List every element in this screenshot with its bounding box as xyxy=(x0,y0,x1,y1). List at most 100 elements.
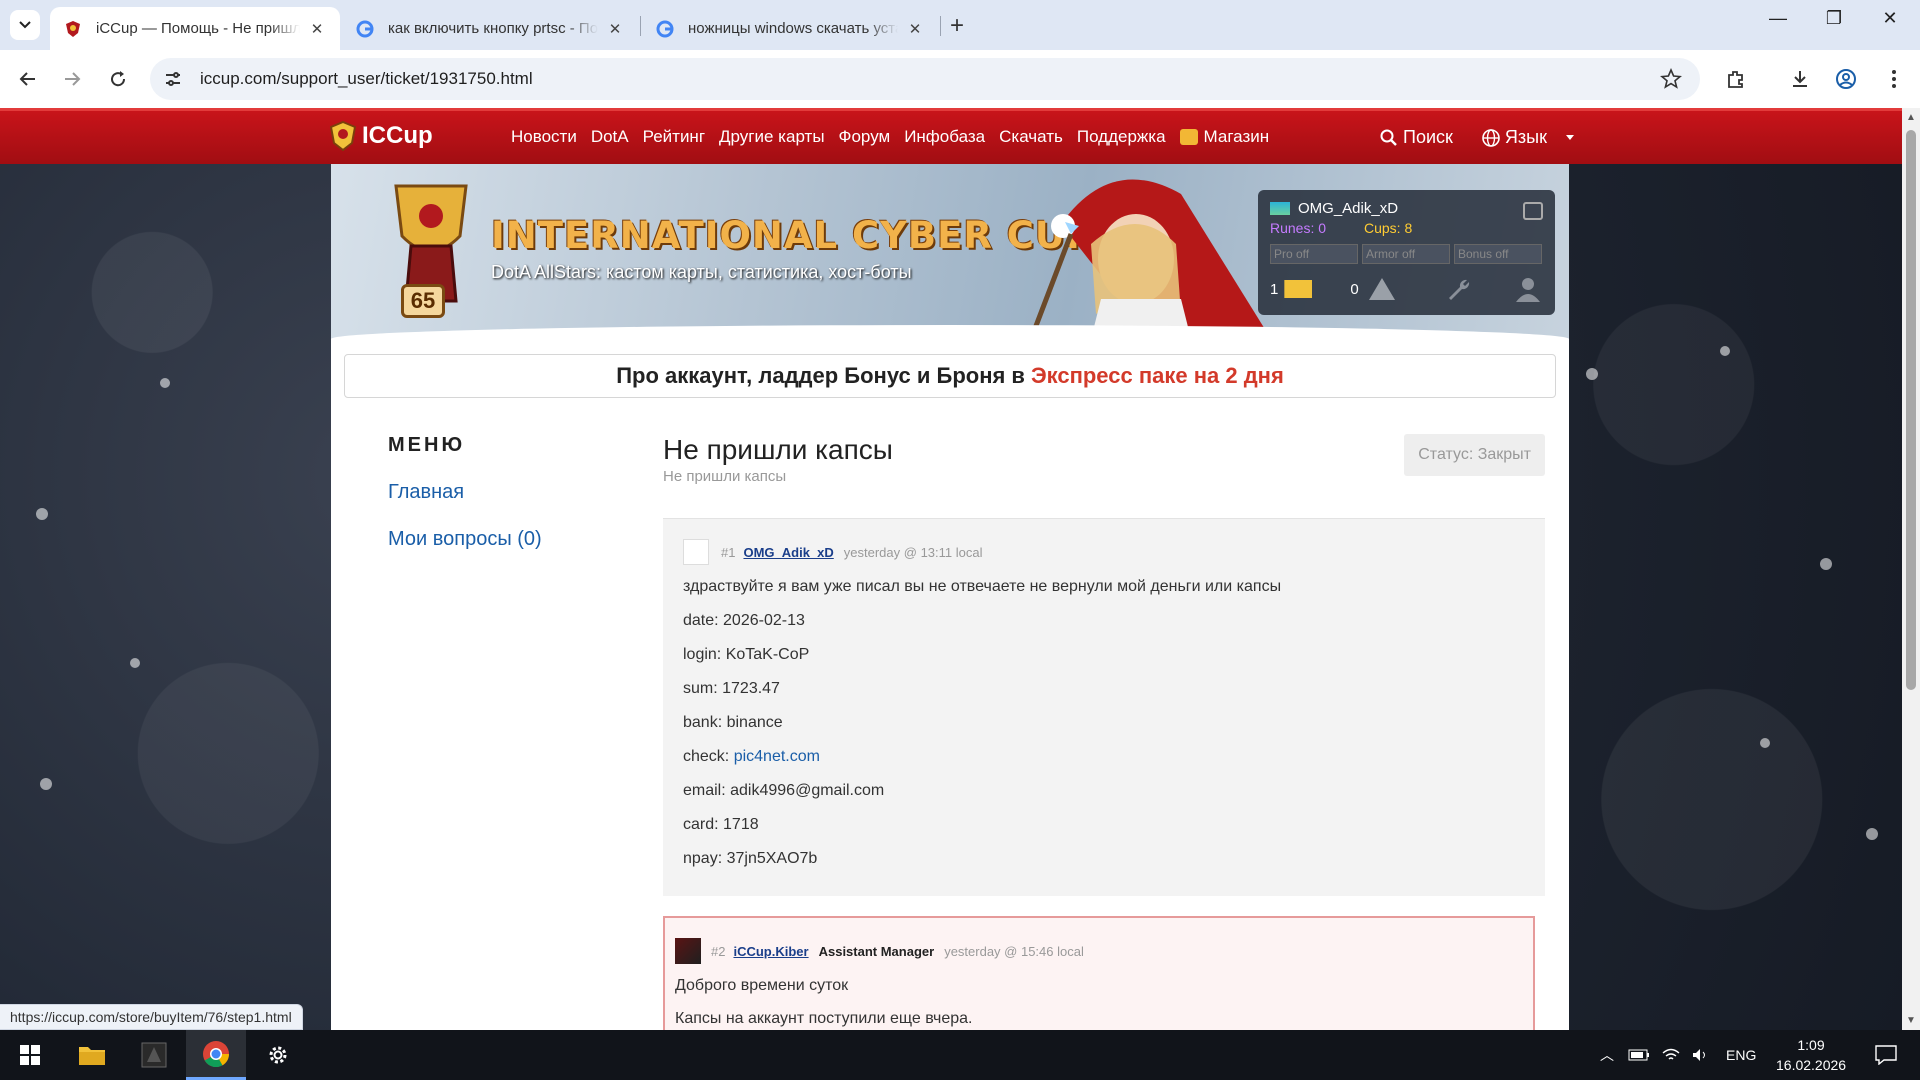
user-panel: OMG_Adik_xD Runes: 0 Cups: 8 Pro off Arm… xyxy=(1258,190,1555,315)
page-content: 65 INTERNATIONAL CYBER CUP DotA AllStars… xyxy=(331,164,1569,1030)
nav-news[interactable]: Новости xyxy=(511,127,577,147)
clock-time: 1:09 xyxy=(1797,1037,1825,1053)
profile-silhouette-icon[interactable] xyxy=(1513,276,1543,302)
snowflake xyxy=(40,778,52,790)
santa-heroine-illustration xyxy=(1028,179,1271,339)
wrench-icon[interactable] xyxy=(1445,276,1471,302)
puzzle-icon xyxy=(1728,71,1743,88)
warcraft-game-icon xyxy=(141,1042,167,1068)
taskbar-clock[interactable]: 1:09 16.02.2026 xyxy=(1776,1035,1846,1075)
forward-button[interactable] xyxy=(58,65,86,93)
nav-support[interactable]: Поддержка xyxy=(1077,127,1166,147)
envelope-icon[interactable] xyxy=(1284,280,1313,298)
arrow-left-icon xyxy=(19,72,35,86)
settings-app[interactable] xyxy=(248,1030,308,1080)
nav-dota[interactable]: DotA xyxy=(591,127,629,147)
tab-google-scissors[interactable]: ножницы windows скачать установить ✕ xyxy=(642,7,938,50)
nav-forum[interactable]: Форум xyxy=(839,127,891,147)
tray-chevron-up-icon[interactable]: ︿ xyxy=(1600,1045,1614,1065)
author-link[interactable]: iCCup.Kiber xyxy=(733,944,808,959)
warning-icon[interactable] xyxy=(1368,278,1395,300)
bookmark-star-icon[interactable] xyxy=(1660,67,1682,95)
ticket-message: #1 OMG_Adik_xD yesterday @ 13:11 local з… xyxy=(663,518,1545,896)
nav-rating[interactable]: Рейтинг xyxy=(643,127,705,147)
search-label: Поиск xyxy=(1403,127,1453,147)
message-line: npay: 37jn5XAO7b xyxy=(683,850,818,867)
avatar[interactable] xyxy=(675,938,701,964)
chevron-down-icon xyxy=(19,21,31,29)
wifi-icon[interactable] xyxy=(1662,1048,1680,1062)
warcraft-app[interactable] xyxy=(124,1030,184,1080)
avatar[interactable] xyxy=(683,539,709,565)
extensions-button[interactable] xyxy=(1722,65,1750,93)
message-line: login: KoTaK-CoP xyxy=(683,646,810,663)
tab-separator xyxy=(640,16,641,36)
volume-icon[interactable] xyxy=(1692,1048,1710,1062)
tab-iccup[interactable]: iCCup — Помощь - Не пришли капсы ✕ xyxy=(50,7,340,50)
armor-toggle[interactable]: Armor off xyxy=(1362,244,1450,264)
tab-close-button[interactable]: ✕ xyxy=(308,20,326,38)
author-link[interactable]: OMG_Adik_xD xyxy=(743,545,833,560)
search-link[interactable]: Поиск xyxy=(1380,127,1467,148)
chrome-icon xyxy=(203,1040,230,1067)
tab-strip: iCCup — Помощь - Не пришли капсы ✕ как в… xyxy=(0,0,1920,50)
chrome-app[interactable] xyxy=(186,1030,246,1080)
minimize-button[interactable]: — xyxy=(1758,8,1798,29)
nav-right: Поиск Язык xyxy=(1380,127,1589,148)
nav-shop[interactable]: Магазин xyxy=(1179,127,1269,147)
pro-toggle[interactable]: Pro off xyxy=(1270,244,1358,264)
logout-icon[interactable] xyxy=(1523,202,1543,220)
start-button[interactable] xyxy=(0,1030,60,1080)
maximize-button[interactable]: ❐ xyxy=(1814,8,1854,29)
bonus-toggle[interactable]: Bonus off xyxy=(1454,244,1542,264)
nav-download[interactable]: Скачать xyxy=(999,127,1063,147)
battery-icon[interactable] xyxy=(1628,1049,1650,1061)
check-link[interactable]: pic4net.com xyxy=(734,748,820,765)
snowflake xyxy=(130,658,140,668)
message-number: #1 xyxy=(721,544,736,560)
header-banner[interactable]: 65 INTERNATIONAL CYBER CUP DotA AllStars… xyxy=(331,164,1569,339)
new-tab-button[interactable]: + xyxy=(950,12,964,40)
input-language[interactable]: ENG xyxy=(1726,1047,1756,1063)
message-body: Доброго времени суток Капсы на аккаунт п… xyxy=(675,974,972,1030)
scrollbar-thumb[interactable] xyxy=(1906,130,1916,690)
url-text[interactable]: iccup.com/support_user/ticket/1931750.ht… xyxy=(200,69,533,89)
downloads-button[interactable] xyxy=(1786,65,1814,93)
tab-google-prtsc[interactable]: как включить кнопку prtsc - Поиск в Goog… xyxy=(342,7,638,50)
caret-down-icon xyxy=(1565,134,1574,140)
snowflake xyxy=(160,378,170,388)
country-flag-icon xyxy=(1270,202,1290,215)
tab-search-button[interactable] xyxy=(10,10,40,40)
back-button[interactable] xyxy=(14,65,42,93)
message-line: email: adik4996@gmail.com xyxy=(683,782,885,799)
browser-menu-button[interactable] xyxy=(1880,65,1908,93)
tab-close-button[interactable]: ✕ xyxy=(606,20,624,38)
reload-button[interactable] xyxy=(104,65,132,93)
promo-link[interactable]: Экспресс паке на 2 дня xyxy=(1031,363,1284,389)
promo-bar[interactable]: Про аккаунт, ладдер Бонус и Броня в Эксп… xyxy=(344,354,1556,398)
scroll-up-arrow-icon[interactable]: ▲ xyxy=(1906,112,1916,123)
tab-close-button[interactable]: ✕ xyxy=(906,20,924,38)
nav-infobase[interactable]: Инфобаза xyxy=(904,127,985,147)
page-scrollbar[interactable]: ▲ ▼ xyxy=(1902,108,1920,1030)
menu-item-home[interactable]: Главная xyxy=(388,481,542,504)
close-window-button[interactable]: ✕ xyxy=(1870,8,1910,29)
status-toggles: Pro off Armor off Bonus off xyxy=(1270,244,1542,264)
language-dropdown[interactable]: Язык xyxy=(1481,127,1575,148)
site-navbar: ICCup Новости DotA Рейтинг Другие карты … xyxy=(0,108,1902,164)
iccup-logo-icon xyxy=(330,121,356,151)
profile-button[interactable] xyxy=(1832,65,1860,93)
snowflake xyxy=(1866,828,1878,840)
author-role: Assistant Manager xyxy=(818,943,935,959)
menu-item-my-questions[interactable]: Мои вопросы (0) xyxy=(388,528,542,551)
site-logo[interactable]: ICCup xyxy=(330,121,433,151)
site-settings-icon[interactable] xyxy=(164,70,186,88)
snowflake xyxy=(36,508,48,520)
address-bar[interactable]: iccup.com/support_user/ticket/1931750.ht… xyxy=(150,58,1700,100)
scroll-down-arrow-icon[interactable]: ▼ xyxy=(1906,1015,1916,1026)
file-explorer-app[interactable] xyxy=(62,1030,122,1080)
nav-other-maps[interactable]: Другие карты xyxy=(719,127,825,147)
user-name-row[interactable]: OMG_Adik_xD xyxy=(1270,200,1398,217)
notifications-button[interactable] xyxy=(1856,1030,1916,1080)
warnings-count: 0 xyxy=(1350,280,1359,298)
